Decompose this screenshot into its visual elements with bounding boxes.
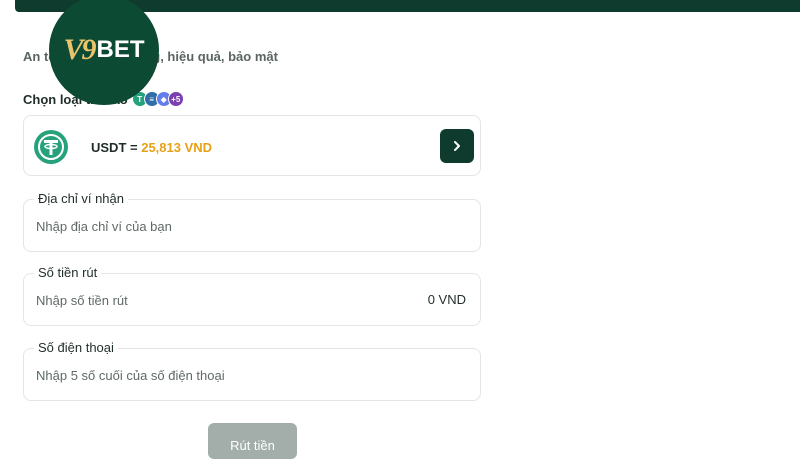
wallet-address-input[interactable] <box>24 200 480 251</box>
logo-text: BET <box>96 36 145 63</box>
withdraw-amount-label: Số tiền rút <box>34 265 102 280</box>
chevron-right-icon <box>454 141 460 151</box>
phone-number-label: Số điện thoại <box>34 340 118 355</box>
coin-name: USDT <box>91 140 127 155</box>
withdraw-button[interactable]: Rút tiền <box>208 423 297 459</box>
logo-mark: V9 <box>63 33 96 66</box>
wallet-address-label: Địa chỉ ví nhận <box>34 191 128 206</box>
coin-rate-value: 25,813 VND <box>141 140 213 155</box>
phone-number-input[interactable] <box>24 349 480 400</box>
v9bet-logo: V9 BET <box>49 0 159 105</box>
amount-vnd-value: 0 VND <box>427 292 466 307</box>
more-coins-chip: +5 <box>167 91 184 107</box>
coin-selector-card[interactable]: USDT = 25,813 VND <box>23 115 481 176</box>
select-coin-button[interactable] <box>440 129 474 163</box>
tether-icon <box>34 130 68 164</box>
coin-equals: = <box>126 140 142 155</box>
withdraw-amount-field[interactable]: Số tiền rút 0 VND <box>23 265 481 326</box>
withdraw-amount-input[interactable] <box>24 274 480 325</box>
crypto-chip-group: T ≡ ◆ +5 <box>131 91 184 107</box>
wallet-address-field[interactable]: Địa chỉ ví nhận <box>23 191 481 252</box>
coin-rate-text: USDT = 25,813 VND <box>91 140 212 155</box>
phone-number-field[interactable]: Số điện thoại <box>23 340 481 401</box>
